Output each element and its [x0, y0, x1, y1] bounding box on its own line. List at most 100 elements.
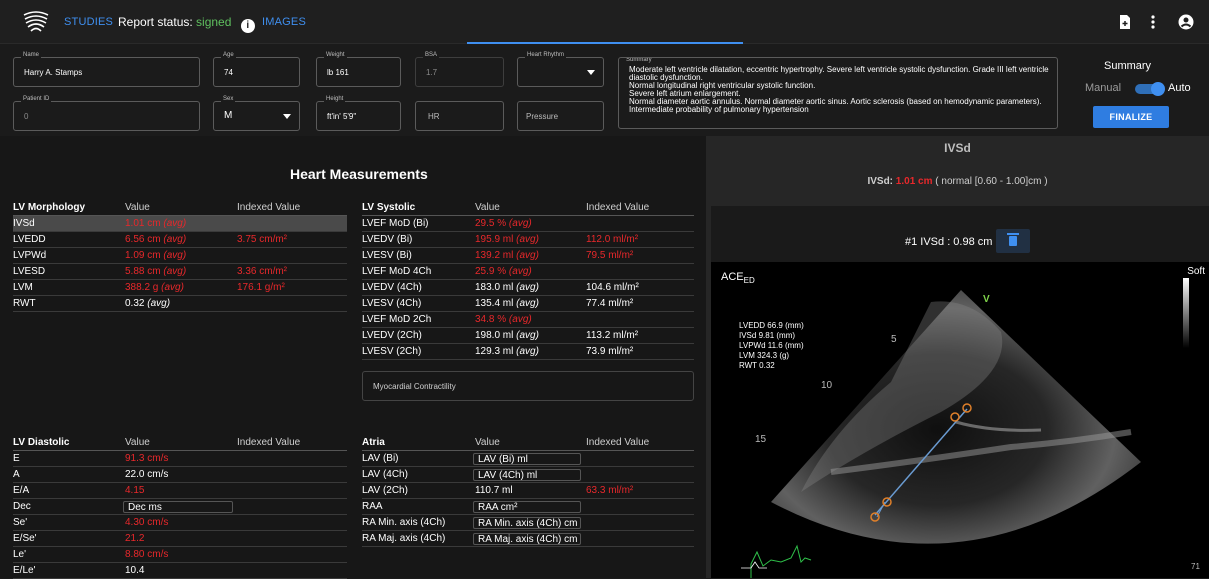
value-input[interactable]: RAA cm²: [473, 501, 581, 513]
height-field[interactable]: Height ft'in' 5'9": [316, 96, 401, 131]
ace-text: ACE: [721, 271, 744, 283]
row-indexed-value: 73.9 ml/m²: [586, 346, 634, 357]
name-field[interactable]: Name Harry A. Stamps: [13, 52, 200, 87]
table-row[interactable]: IVSd 1.01 cm (avg): [13, 216, 347, 232]
row-name: LVESV (4Ch): [362, 298, 422, 309]
table-row[interactable]: RAA RAA cm²: [362, 499, 694, 515]
account-icon[interactable]: [1178, 13, 1194, 31]
row-name: RA Min. axis (4Ch): [362, 517, 446, 528]
table-row[interactable]: E/Se' 21.2: [13, 531, 347, 547]
table-row[interactable]: LVEDV (4Ch) 183.0 ml (avg) 104.6 ml/m²: [362, 280, 694, 296]
row-indexed-value: 104.6 ml/m²: [586, 282, 639, 293]
myocardial-contractility-panel[interactable]: Myocardial Contractility: [362, 371, 694, 401]
value-input[interactable]: LAV (4Ch) ml: [473, 469, 581, 481]
row-name: LVEDV (2Ch): [362, 330, 422, 341]
row-name: E/Le': [13, 565, 36, 576]
table-row[interactable]: Dec Dec ms: [13, 499, 347, 515]
row-name: Le': [13, 549, 27, 560]
finalize-button[interactable]: FINALIZE: [1093, 106, 1169, 128]
table-header: LV Systolic Value Indexed Value: [362, 199, 694, 216]
column-header: Indexed Value: [586, 437, 650, 448]
table-row[interactable]: LVESD 5.88 cm (avg) 3.36 cm/m²: [13, 264, 347, 280]
table-row[interactable]: LVEF MoD 2Ch 34.8 % (avg): [362, 312, 694, 328]
measurement-label: #1 IVSd : 0.98 cm: [905, 236, 993, 248]
sex-value: M: [224, 110, 233, 121]
pressure-field[interactable]: Pressure: [517, 101, 604, 131]
avg-tag: (avg): [516, 298, 539, 309]
summary-textarea[interactable]: Summary Moderate left ventricle dilatati…: [618, 57, 1058, 129]
hr-field[interactable]: HR: [415, 101, 504, 131]
delete-measurement-button[interactable]: [996, 229, 1030, 253]
more-vert-icon[interactable]: [1150, 13, 1156, 31]
table-row[interactable]: LVEF MoD (Bi) 29.5 % (avg): [362, 216, 694, 232]
table-row[interactable]: LVEDV (2Ch) 198.0 ml (avg) 113.2 ml/m²: [362, 328, 694, 344]
corner-label: 71: [1191, 562, 1200, 571]
avg-tag: (avg): [516, 282, 539, 293]
ace-sub: ED: [743, 276, 755, 286]
weight-field[interactable]: Weight lb 161: [316, 52, 401, 87]
age-field[interactable]: Age 74: [213, 52, 300, 87]
table-row[interactable]: LVESV (Bi) 139.2 ml (avg) 79.5 ml/m²: [362, 248, 694, 264]
row-value: 388.2 g (avg): [125, 282, 184, 293]
patient-id-field[interactable]: Patient ID 0: [13, 96, 200, 131]
heart-rhythm-label: Heart Rhythm: [525, 52, 567, 58]
height-value: ft'in' 5'9": [327, 112, 357, 121]
table-row[interactable]: LVEDD 6.56 cm (avg) 3.75 cm/m²: [13, 232, 347, 248]
row-value: 25.9 % (avg): [475, 266, 532, 277]
value-input[interactable]: RA Maj. axis (4Ch) cm: [473, 533, 581, 545]
nav-images-link[interactable]: IMAGES: [262, 16, 306, 28]
mode-switch[interactable]: [1135, 82, 1165, 96]
report-status-label: Report status:: [118, 15, 193, 29]
switch-knob: [1151, 82, 1165, 96]
add-document-icon[interactable]: [1119, 13, 1131, 31]
row-name: LVESV (Bi): [362, 250, 412, 261]
table-row[interactable]: LVM 388.2 g (avg) 176.1 g/m²: [13, 280, 347, 296]
value-input[interactable]: LAV (Bi) ml: [473, 453, 581, 465]
value-input[interactable]: RA Min. axis (4Ch) cm: [473, 517, 581, 529]
table-row[interactable]: RWT 0.32 (avg): [13, 296, 347, 312]
top-bar: STUDIES Report status: signed i IMAGES: [0, 0, 1209, 44]
echo-measure-overlay: LVEDD 66.9 (mm) IVSd 9.81 (mm) LVPWd 11.6 …: [739, 321, 804, 371]
heart-rhythm-select[interactable]: Heart Rhythm: [517, 52, 604, 87]
v-marker: V: [983, 294, 990, 305]
nav-studies-link[interactable]: STUDIES: [64, 16, 113, 28]
table-row[interactable]: LVPWd 1.09 cm (avg): [13, 248, 347, 264]
table-row[interactable]: E/Le' 10.4: [13, 563, 347, 579]
avg-tag: (avg): [508, 314, 532, 325]
table-row[interactable]: E/A 4.15: [13, 483, 347, 499]
table-row[interactable]: LAV (Bi) LAV (Bi) ml: [362, 451, 694, 467]
table-row[interactable]: RA Maj. axis (4Ch) RA Maj. axis (4Ch) cm: [362, 531, 694, 547]
bsa-label: BSA: [423, 52, 440, 58]
table-row[interactable]: A 22.0 cm/s: [13, 467, 347, 483]
table-row[interactable]: LAV (2Ch) 110.7 ml 63.3 ml/m²: [362, 483, 694, 499]
image-viewer-panel: IVSd IVSd: 1.01 cm ( normal [0.60 - 1.00…: [706, 136, 1209, 578]
table-row[interactable]: LVEF MoD 4Ch 25.9 % (avg): [362, 264, 694, 280]
row-name: LVEDD: [13, 234, 46, 245]
table-row[interactable]: LAV (4Ch) LAV (4Ch) ml: [362, 467, 694, 483]
table-row[interactable]: Le' 8.80 cm/s: [13, 547, 347, 563]
app-logo-icon[interactable]: [21, 7, 51, 35]
echo-image[interactable]: ACEED Soft LVEDD 66.9 (mm) IVSd 9.81 (mm)…: [711, 262, 1209, 578]
row-value: 183.0 ml (avg): [475, 282, 539, 293]
table-row[interactable]: LVEDV (Bi) 195.9 ml (avg) 112.0 ml/m²: [362, 232, 694, 248]
row-indexed-value: 77.4 ml/m²: [586, 298, 634, 309]
sex-select[interactable]: Sex M: [213, 96, 300, 131]
avg-tag: (avg): [161, 282, 184, 293]
info-icon[interactable]: i: [240, 19, 255, 33]
row-name: Dec: [13, 501, 31, 512]
row-value: 135.4 ml (avg): [475, 298, 539, 309]
pressure-placeholder: Pressure: [526, 112, 559, 121]
atria-table: Atria Value Indexed Value LAV (Bi) LAV (Bi) …: [362, 434, 694, 547]
row-value: 1.01 cm (avg): [125, 218, 187, 229]
row-value: 139.2 ml (avg): [475, 250, 539, 261]
value-input[interactable]: Dec ms: [123, 501, 233, 513]
avg-tag: (avg): [163, 266, 187, 277]
table-row[interactable]: LVESV (2Ch) 129.3 ml (avg) 73.9 ml/m²: [362, 344, 694, 360]
row-name: LAV (4Ch): [362, 469, 408, 480]
table-row[interactable]: RA Min. axis (4Ch) RA Min. axis (4Ch) cm: [362, 515, 694, 531]
table-row[interactable]: LVESV (4Ch) 135.4 ml (avg) 77.4 ml/m²: [362, 296, 694, 312]
row-indexed-value: 3.36 cm/m²: [237, 266, 288, 277]
depth-15-label: 15: [755, 434, 767, 445]
table-row[interactable]: Se' 4.30 cm/s: [13, 515, 347, 531]
table-row[interactable]: E 91.3 cm/s: [13, 451, 347, 467]
